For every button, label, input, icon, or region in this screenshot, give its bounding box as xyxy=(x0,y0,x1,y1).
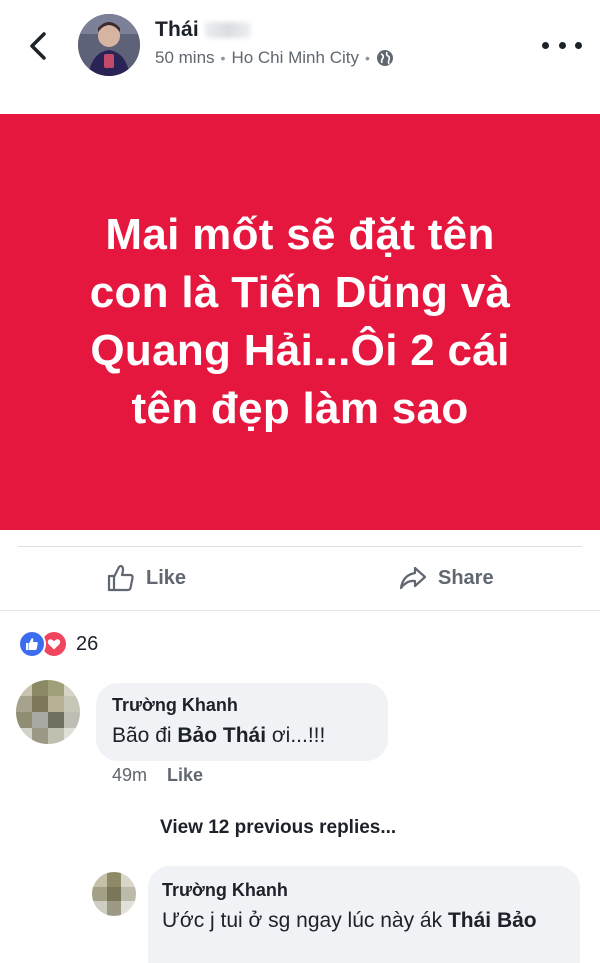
author-name-text: Thái xyxy=(155,18,199,41)
post-time[interactable]: 50 mins xyxy=(155,48,215,68)
comment-bubble[interactable]: Trường Khanh Ước j tui ở sg ngay lúc này… xyxy=(148,866,580,963)
avatar-pixel xyxy=(64,728,80,744)
commenter-avatar[interactable] xyxy=(16,680,80,744)
divider xyxy=(0,610,600,611)
view-previous-replies-link[interactable]: View 12 previous replies... xyxy=(160,817,396,839)
avatar-pixel xyxy=(121,901,136,916)
reaction-count: 26 xyxy=(76,632,99,655)
author-name[interactable]: Thái xyxy=(155,18,251,42)
avatar-pixel xyxy=(48,712,64,728)
avatar-pixel xyxy=(106,872,122,887)
avatar-pixel xyxy=(106,886,122,902)
back-button[interactable] xyxy=(22,28,54,64)
thumbs-up-icon xyxy=(107,564,134,592)
like-label: Like xyxy=(146,566,187,589)
commenter-name[interactable]: Trường Khanh xyxy=(112,695,238,716)
avatar-pixel xyxy=(32,712,48,728)
mentioned-name[interactable]: Bảo Thái xyxy=(177,724,266,747)
comment-like-button[interactable]: Like xyxy=(167,765,203,786)
avatar-pixel xyxy=(32,728,48,744)
divider xyxy=(18,546,582,547)
heart-icon xyxy=(47,639,61,650)
more-options-button[interactable] xyxy=(542,34,582,56)
blurred-name-part xyxy=(204,22,251,39)
avatar-pixel xyxy=(48,728,64,744)
commenter-name[interactable]: Trường Khanh xyxy=(162,880,288,901)
more-dot xyxy=(558,41,566,49)
like-reaction-icon xyxy=(18,630,46,658)
avatar-pixel xyxy=(16,696,32,712)
comment-text: Bão đi Bảo Thái ơi...!!! xyxy=(112,721,325,751)
thumbs-up-icon xyxy=(26,638,38,650)
post-background: Mai mốt sẽ đặt tên con là Tiến Dũng và Q… xyxy=(0,114,600,530)
globe-icon xyxy=(376,50,393,66)
author-avatar[interactable] xyxy=(78,14,140,76)
mentioned-name[interactable]: Thái Bảo xyxy=(448,909,537,932)
avatar-pixel xyxy=(32,680,48,696)
more-dot xyxy=(575,41,582,49)
avatar-pixel xyxy=(16,712,32,728)
comment-text-part: Ước j tui ở sg ngay lúc này ák xyxy=(162,909,448,932)
post-location[interactable]: Ho Chi Minh City xyxy=(231,48,359,68)
avatar-pixel xyxy=(48,680,64,696)
like-button[interactable]: Like xyxy=(106,560,186,596)
share-button[interactable]: Share xyxy=(398,560,494,596)
comment-bubble[interactable]: Trường Khanh Bão đi Bảo Thái ơi...!!! xyxy=(96,683,388,761)
avatar-pixel xyxy=(106,901,122,916)
avatar-pixel xyxy=(32,696,48,712)
avatar-pixel xyxy=(92,872,107,887)
more-dot xyxy=(542,41,549,49)
post-meta: 50 mins • Ho Chi Minh City • xyxy=(155,48,394,68)
profile-photo xyxy=(78,14,140,76)
separator-dot: • xyxy=(364,50,370,66)
comment-text: Ước j tui ở sg ngay lúc này ák Thái Bảo xyxy=(162,906,572,936)
reaction-summary[interactable]: 26 xyxy=(18,630,98,658)
comment-time: 49m xyxy=(112,765,148,785)
avatar-pixel xyxy=(121,872,136,887)
avatar-pixel xyxy=(64,680,80,696)
post-header: Thái 50 mins • Ho Chi Minh City • xyxy=(0,0,600,100)
avatar-pixel xyxy=(64,696,80,712)
separator-dot: • xyxy=(220,50,226,66)
action-bar: Like Share xyxy=(0,548,600,608)
comment-meta: 49m Like xyxy=(112,765,203,786)
commenter-avatar[interactable] xyxy=(92,872,136,916)
avatar-pixel xyxy=(92,901,107,916)
post-detail-screen: Thái 50 mins • Ho Chi Minh City • Mai mố… xyxy=(0,0,600,963)
share-label: Share xyxy=(438,566,494,589)
avatar-pixel xyxy=(16,680,32,696)
avatar-pixel xyxy=(121,886,136,902)
avatar-pixel xyxy=(64,712,80,728)
chevron-left-icon xyxy=(30,32,46,60)
comment-text-part: Bão đi xyxy=(112,724,178,747)
avatar-pixel xyxy=(16,728,32,744)
post-text: Mai mốt sẽ đặt tên con là Tiến Dũng và Q… xyxy=(89,210,511,433)
comment-text-part: ơi...!!! xyxy=(266,724,326,747)
share-arrow-icon xyxy=(399,566,427,590)
avatar-pixel xyxy=(48,696,64,712)
avatar-pixel xyxy=(92,886,107,902)
